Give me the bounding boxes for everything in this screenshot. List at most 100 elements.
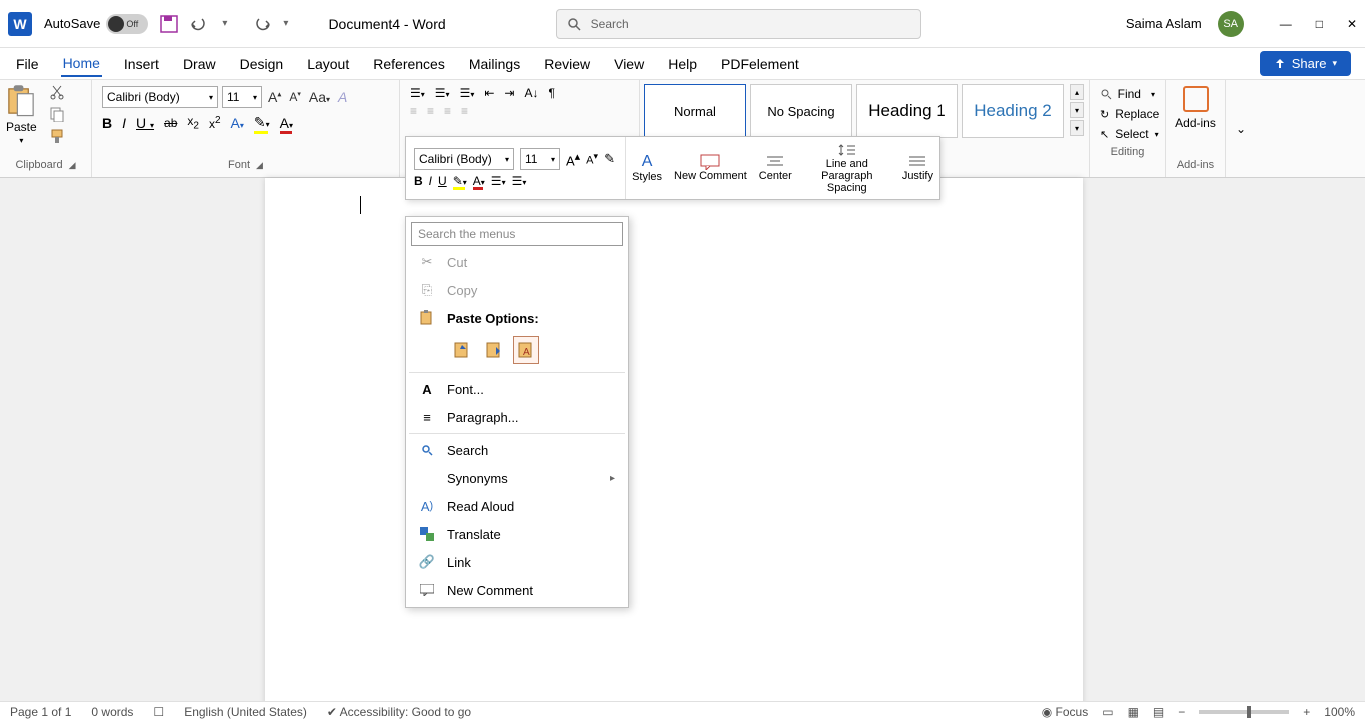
subscript-button[interactable]: x2 bbox=[187, 114, 199, 131]
style-heading1[interactable]: Heading 1 bbox=[856, 84, 958, 138]
increase-indent-button[interactable]: ⇥ bbox=[504, 86, 514, 100]
status-accessibility[interactable]: ✔ Accessibility: Good to go bbox=[327, 705, 471, 719]
paste-merge[interactable] bbox=[481, 336, 507, 364]
paste-button[interactable]: Paste ▾ bbox=[6, 84, 37, 145]
undo-dropdown[interactable]: ▾ bbox=[222, 18, 227, 29]
redo-icon[interactable] bbox=[253, 17, 271, 31]
view-web-layout-icon[interactable]: ▤ bbox=[1153, 705, 1164, 719]
mini-bold[interactable]: B bbox=[414, 174, 423, 188]
mini-italic[interactable]: I bbox=[429, 174, 432, 188]
font-name-select[interactable]: Calibri (Body)▾ bbox=[102, 86, 218, 108]
tab-home[interactable]: Home bbox=[61, 51, 102, 77]
paste-keep-source[interactable] bbox=[449, 336, 475, 364]
format-painter-icon[interactable] bbox=[49, 128, 65, 144]
tab-draw[interactable]: Draw bbox=[181, 52, 218, 76]
share-button[interactable]: Share ▾ bbox=[1260, 51, 1351, 76]
text-effects-button[interactable]: A▾ bbox=[231, 115, 244, 131]
context-synonyms[interactable]: Synonyms ▸ bbox=[409, 464, 625, 492]
change-case-icon[interactable]: Aa▾ bbox=[307, 89, 332, 105]
zoom-in-button[interactable]: + bbox=[1303, 705, 1310, 719]
status-language[interactable]: English (United States) bbox=[184, 705, 307, 719]
strikethrough-button[interactable]: ab bbox=[164, 116, 177, 130]
paste-text-only[interactable]: A bbox=[513, 336, 539, 364]
zoom-out-button[interactable]: − bbox=[1178, 705, 1185, 719]
numbering-button[interactable]: ☰▾ bbox=[435, 86, 450, 100]
context-new-comment[interactable]: New Comment bbox=[409, 576, 625, 604]
find-button[interactable]: Find▾ bbox=[1100, 84, 1155, 104]
mini-font-color[interactable]: A▾ bbox=[473, 174, 485, 188]
underline-button[interactable]: U ▾ bbox=[136, 115, 154, 131]
tab-layout[interactable]: Layout bbox=[305, 52, 351, 76]
tab-pdfelement[interactable]: PDFelement bbox=[719, 52, 801, 76]
undo-icon[interactable] bbox=[190, 17, 208, 31]
addins-icon[interactable] bbox=[1183, 86, 1209, 112]
mini-line-spacing[interactable]: Line and Paragraph Spacing bbox=[798, 137, 896, 199]
save-icon[interactable] bbox=[160, 15, 178, 33]
mini-bullets[interactable]: ☰▾ bbox=[491, 174, 506, 188]
close-button[interactable]: ✕ bbox=[1347, 17, 1357, 31]
show-marks-button[interactable]: ¶ bbox=[548, 86, 554, 100]
decrease-indent-button[interactable]: ⇤ bbox=[484, 86, 494, 100]
mini-grow-font[interactable]: A▴ bbox=[566, 150, 580, 168]
maximize-button[interactable]: □ bbox=[1316, 17, 1323, 31]
clipboard-dialog-launcher[interactable]: ◢ bbox=[69, 160, 76, 171]
copy-icon[interactable] bbox=[49, 106, 65, 122]
mini-styles[interactable]: A Styles bbox=[626, 137, 668, 199]
tab-insert[interactable]: Insert bbox=[122, 52, 161, 76]
status-focus[interactable]: ◉ Focus bbox=[1042, 705, 1089, 719]
mini-justify[interactable]: Justify bbox=[896, 137, 939, 199]
bold-button[interactable]: B bbox=[102, 115, 112, 131]
tab-view[interactable]: View bbox=[612, 52, 646, 76]
italic-button[interactable]: I bbox=[122, 115, 126, 131]
context-font[interactable]: A Font... bbox=[409, 375, 625, 403]
qat-customize[interactable]: ▾ bbox=[283, 18, 288, 29]
status-page[interactable]: Page 1 of 1 bbox=[10, 705, 71, 719]
clear-formatting-icon[interactable]: A bbox=[336, 89, 349, 105]
mini-numbering[interactable]: ☰▾ bbox=[512, 174, 527, 188]
status-spellcheck-icon[interactable]: ☐ bbox=[153, 705, 164, 719]
mini-underline[interactable]: U bbox=[438, 174, 447, 188]
style-normal[interactable]: Normal bbox=[644, 84, 746, 138]
font-color-button[interactable]: A▾ bbox=[280, 115, 293, 131]
zoom-level[interactable]: 100% bbox=[1324, 705, 1355, 719]
context-link[interactable]: 🔗 Link bbox=[409, 548, 625, 576]
font-dialog-launcher[interactable]: ◢ bbox=[256, 160, 263, 171]
tab-help[interactable]: Help bbox=[666, 52, 699, 76]
grow-font-icon[interactable]: A▴ bbox=[266, 89, 283, 105]
mini-shrink-font[interactable]: A▾ bbox=[586, 151, 598, 167]
minimize-button[interactable]: — bbox=[1280, 17, 1292, 31]
sort-button[interactable]: A↓ bbox=[524, 86, 538, 100]
styles-scroll-down[interactable]: ▾ bbox=[1070, 102, 1084, 118]
mini-font-select[interactable]: Calibri (Body)▾ bbox=[414, 148, 514, 170]
styles-scroll-up[interactable]: ▴ bbox=[1070, 84, 1084, 100]
mini-new-comment[interactable]: New Comment bbox=[668, 137, 753, 199]
context-search-input[interactable]: Search the menus bbox=[411, 222, 623, 246]
tab-review[interactable]: Review bbox=[542, 52, 592, 76]
select-button[interactable]: ↖Select▾ bbox=[1100, 124, 1155, 144]
shrink-font-icon[interactable]: A▾ bbox=[287, 90, 303, 104]
tab-design[interactable]: Design bbox=[238, 52, 286, 76]
cut-icon[interactable] bbox=[49, 84, 65, 100]
context-translate[interactable]: Translate bbox=[409, 520, 625, 548]
bullets-button[interactable]: ☰▾ bbox=[410, 86, 425, 100]
context-search[interactable]: Search bbox=[409, 436, 625, 464]
style-heading2[interactable]: Heading 2 bbox=[962, 84, 1064, 138]
zoom-slider[interactable] bbox=[1199, 710, 1289, 714]
search-input[interactable]: Search bbox=[556, 9, 921, 39]
document-page[interactable] bbox=[265, 178, 1083, 721]
user-avatar[interactable]: SA bbox=[1218, 11, 1244, 37]
autosave-toggle[interactable]: Off bbox=[106, 14, 148, 34]
mini-format-painter[interactable]: ✎ bbox=[604, 151, 615, 167]
user-name[interactable]: Saima Aslam bbox=[1126, 16, 1202, 31]
highlight-button[interactable]: ✎▾ bbox=[254, 114, 270, 131]
mini-highlight[interactable]: ✎▾ bbox=[453, 174, 467, 188]
view-print-layout-icon[interactable]: ▦ bbox=[1128, 705, 1139, 719]
superscript-button[interactable]: x2 bbox=[209, 115, 221, 131]
replace-button[interactable]: ↻Replace bbox=[1100, 104, 1155, 124]
mini-size-select[interactable]: 11▾ bbox=[520, 148, 560, 170]
multilevel-button[interactable]: ☰▾ bbox=[460, 86, 475, 100]
style-no-spacing[interactable]: No Spacing bbox=[750, 84, 852, 138]
tab-mailings[interactable]: Mailings bbox=[467, 52, 522, 76]
styles-expand[interactable]: ▾ bbox=[1070, 120, 1084, 136]
view-read-mode-icon[interactable]: ▭ bbox=[1102, 705, 1113, 719]
